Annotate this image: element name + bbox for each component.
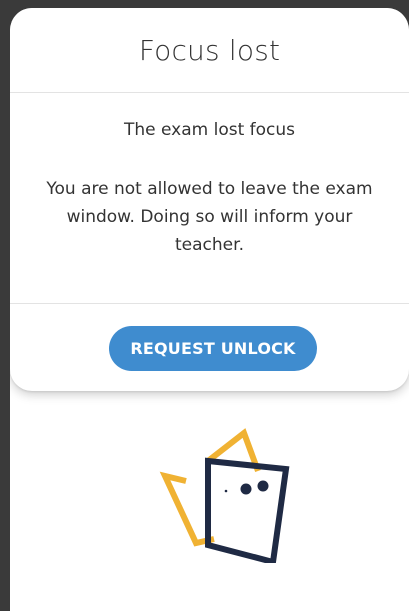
logo-dot-right [257,480,269,492]
dialog-message: You are not allowed to leave the exam wi… [46,179,373,255]
focus-lost-dialog: Focus lost The exam lost focus You are n… [10,8,409,391]
dialog-title: Focus lost [138,34,281,67]
logo-dot-small [224,489,228,493]
dialog-subtitle: The exam lost focus [123,120,296,140]
logo-dot-left [240,483,252,495]
logo-navy-sheet [205,457,290,566]
exam-window: Focus lost The exam lost focus You are n… [10,8,409,611]
footer-divider [10,303,409,304]
exam-app-logo-icon [150,423,290,566]
request-unlock-button[interactable]: REQUEST UNLOCK [109,326,317,371]
title-divider [10,92,409,93]
